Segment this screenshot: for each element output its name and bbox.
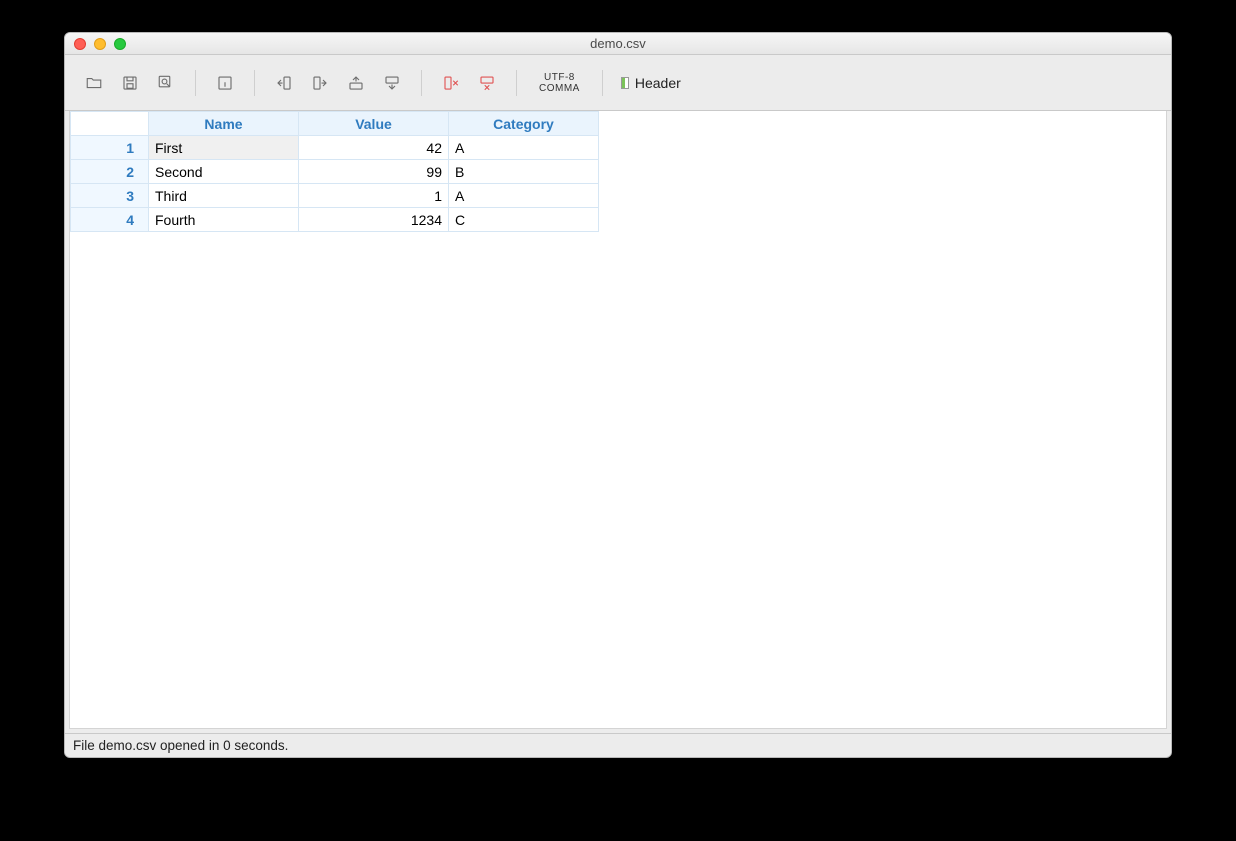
cell-value[interactable]: 42 [299,136,449,160]
open-file-button[interactable] [79,68,109,98]
cell-category[interactable]: A [449,184,599,208]
window-title: demo.csv [65,36,1171,51]
column-header-value[interactable]: Value [299,112,449,136]
cell-name[interactable]: Second [149,160,299,184]
toolbar: UTF-8 COMMA Header [65,55,1171,111]
spreadsheet-area[interactable]: Name Value Category 1 First 42 A 2 Secon… [69,111,1167,729]
row-number[interactable]: 3 [71,184,149,208]
cell-value[interactable]: 99 [299,160,449,184]
toolbar-separator [421,70,422,96]
search-icon [157,74,175,92]
corner-cell[interactable] [71,112,149,136]
column-header-category[interactable]: Category [449,112,599,136]
zoom-window-button[interactable] [114,38,126,50]
insert-row-below-icon [383,74,401,92]
cell-category[interactable]: B [449,160,599,184]
encoding-indicator[interactable]: UTF-8 COMMA [531,72,588,94]
toolbar-separator [602,70,603,96]
info-button[interactable] [210,68,240,98]
header-toggle-label: Header [635,75,681,91]
insert-col-right-icon [311,74,329,92]
delete-column-button[interactable] [436,68,466,98]
row-number[interactable]: 1 [71,136,149,160]
header-row-toggle[interactable]: Header [617,75,681,91]
table-body: 1 First 42 A 2 Second 99 B 3 Third 1 A [71,136,599,232]
delete-row-button[interactable] [472,68,502,98]
table-row[interactable]: 2 Second 99 B [71,160,599,184]
delete-row-icon [478,74,496,92]
cell-category[interactable]: C [449,208,599,232]
insert-column-left-button[interactable] [269,68,299,98]
cell-name[interactable]: Third [149,184,299,208]
toolbar-separator [516,70,517,96]
app-window: demo.csv [64,32,1172,758]
toolbar-separator [195,70,196,96]
folder-icon [85,74,103,92]
cell-name[interactable]: First [149,136,299,160]
save-icon [121,74,139,92]
header-marker-icon [621,77,629,89]
status-bar: File demo.csv opened in 0 seconds. [65,733,1171,757]
insert-column-right-button[interactable] [305,68,335,98]
find-button[interactable] [151,68,181,98]
encoding-line1: UTF-8 [539,72,580,83]
row-number[interactable]: 4 [71,208,149,232]
delete-col-icon [442,74,460,92]
status-text: File demo.csv opened in 0 seconds. [73,738,288,753]
cell-category[interactable]: A [449,136,599,160]
row-number[interactable]: 2 [71,160,149,184]
column-header-name[interactable]: Name [149,112,299,136]
insert-row-above-button[interactable] [341,68,371,98]
insert-row-below-button[interactable] [377,68,407,98]
table-row[interactable]: 4 Fourth 1234 C [71,208,599,232]
encoding-line2: COMMA [539,83,580,94]
save-file-button[interactable] [115,68,145,98]
csv-table: Name Value Category 1 First 42 A 2 Secon… [70,111,599,232]
toolbar-separator [254,70,255,96]
info-icon [216,74,234,92]
minimize-window-button[interactable] [94,38,106,50]
cell-value[interactable]: 1234 [299,208,449,232]
window-controls [65,38,126,50]
cell-value[interactable]: 1 [299,184,449,208]
insert-col-left-icon [275,74,293,92]
close-window-button[interactable] [74,38,86,50]
table-row[interactable]: 1 First 42 A [71,136,599,160]
cell-name[interactable]: Fourth [149,208,299,232]
table-row[interactable]: 3 Third 1 A [71,184,599,208]
insert-row-above-icon [347,74,365,92]
titlebar: demo.csv [65,33,1171,55]
